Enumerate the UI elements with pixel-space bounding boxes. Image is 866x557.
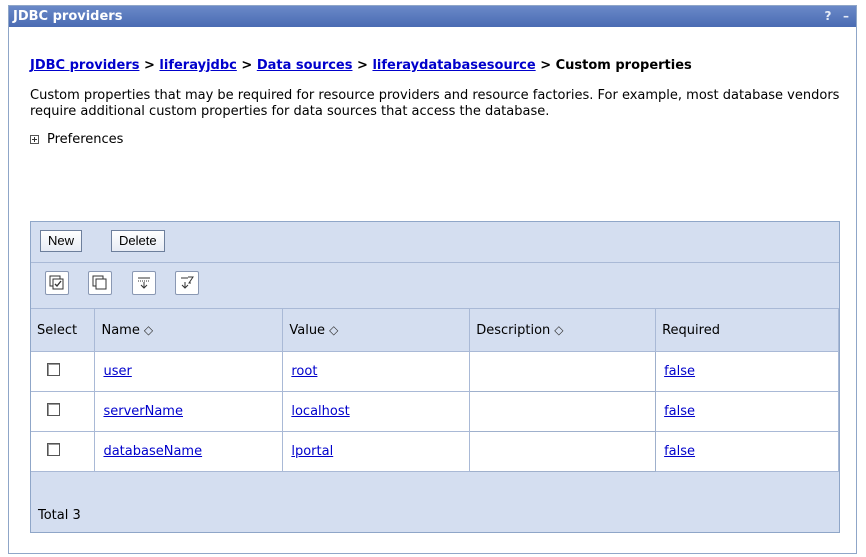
property-value-link[interactable]: lportal: [291, 444, 333, 459]
property-value-link[interactable]: localhost: [291, 404, 349, 419]
property-required-link[interactable]: false: [664, 444, 695, 459]
select-all-icon[interactable]: [45, 271, 69, 295]
window-title: JDBC providers: [13, 9, 123, 24]
value-cell: localhost: [282, 391, 471, 432]
column-header-required: Required: [655, 309, 839, 352]
clear-filter-icon[interactable]: [175, 271, 199, 295]
description-cell: [469, 431, 657, 472]
required-cell: false: [655, 351, 839, 392]
column-header-description-label: Description: [476, 322, 551, 338]
required-cell: false: [655, 391, 839, 432]
property-name-link[interactable]: databaseName: [103, 444, 202, 459]
column-header-value[interactable]: Value ◇: [282, 309, 471, 352]
row-select-cell: [31, 431, 96, 472]
name-cell: serverName: [94, 391, 284, 432]
column-header-name[interactable]: Name ◇: [94, 309, 284, 352]
page-description: Custom properties that may be required f…: [30, 88, 840, 119]
breadcrumb-link-data-sources[interactable]: Data sources: [257, 58, 353, 73]
column-header-description[interactable]: Description ◇: [469, 309, 657, 352]
table-header-row: Select Name ◇ Value ◇ Description ◇ Require…: [31, 309, 839, 352]
sort-icon[interactable]: ◇: [329, 323, 338, 337]
breadcrumb-link-jdbc-providers[interactable]: JDBC providers: [30, 58, 139, 73]
value-cell: root: [282, 351, 471, 392]
row-checkbox[interactable]: [47, 363, 60, 376]
help-icon[interactable]: ?: [822, 6, 834, 27]
column-header-value-label: Value: [289, 322, 326, 338]
row-select-cell: [31, 391, 96, 432]
row-checkbox[interactable]: [47, 403, 60, 416]
preferences-label: Preferences: [47, 132, 124, 147]
breadcrumb-separator: >: [357, 58, 368, 73]
property-value-link[interactable]: root: [291, 364, 317, 379]
sort-icon[interactable]: ◇: [144, 323, 153, 337]
window-title-bar: JDBC providers ? –: [9, 6, 856, 27]
table-row: databaseName lportal false: [31, 431, 839, 472]
property-name-link[interactable]: user: [103, 364, 131, 379]
property-required-link[interactable]: false: [664, 364, 695, 379]
new-button[interactable]: New: [40, 230, 83, 252]
value-cell: lportal: [282, 431, 471, 472]
column-header-name-label: Name: [101, 322, 140, 338]
description-cell: [469, 351, 657, 392]
row-checkbox[interactable]: [47, 443, 60, 456]
delete-button[interactable]: Delete: [111, 230, 165, 252]
description-cell: [469, 391, 657, 432]
property-name-link[interactable]: serverName: [103, 404, 183, 419]
table-row: user root false: [31, 351, 839, 392]
table-total: Total 3: [38, 508, 81, 523]
custom-properties-panel: New Delete Select Name ◇ Value ◇ Descrip…: [30, 221, 840, 533]
sort-icon[interactable]: ◇: [554, 323, 563, 337]
button-bar: New Delete: [31, 222, 839, 263]
custom-properties-table: Select Name ◇ Value ◇ Description ◇ Require…: [31, 309, 839, 472]
breadcrumb-link-liferayjdbc[interactable]: liferayjdbc: [159, 58, 236, 73]
minimize-icon[interactable]: –: [840, 6, 852, 27]
breadcrumb-separator: >: [241, 58, 253, 73]
show-filter-icon[interactable]: [132, 271, 156, 295]
deselect-all-icon[interactable]: [88, 271, 112, 295]
page-content: JDBC providers > liferayjdbc > Data sour…: [30, 58, 846, 147]
breadcrumb-current: Custom properties: [555, 58, 692, 73]
table-tool-bar: [31, 263, 839, 309]
required-cell: false: [655, 431, 839, 472]
breadcrumb: JDBC providers > liferayjdbc > Data sour…: [30, 58, 846, 74]
row-select-cell: [31, 351, 96, 392]
preferences-toggle[interactable]: Preferences: [30, 132, 846, 147]
column-header-select: Select: [31, 309, 96, 352]
breadcrumb-link-liferaydatabasesource[interactable]: liferaydatabasesource: [372, 58, 535, 73]
name-cell: databaseName: [94, 431, 284, 472]
breadcrumb-separator: >: [540, 58, 552, 73]
table-row: serverName localhost false: [31, 391, 839, 432]
breadcrumb-separator: >: [143, 58, 155, 73]
expand-plus-icon[interactable]: [30, 135, 39, 144]
property-required-link[interactable]: false: [664, 404, 695, 419]
name-cell: user: [94, 351, 284, 392]
